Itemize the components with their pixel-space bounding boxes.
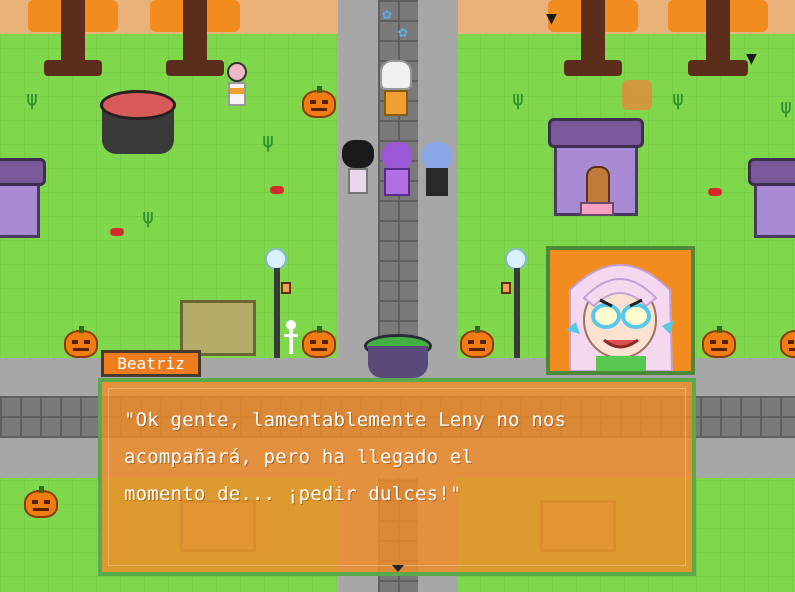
- street-lamp: [501, 248, 529, 358]
- small-house: [748, 158, 795, 238]
- small-house: [0, 158, 46, 238]
- sprout-plant: ψ: [26, 86, 39, 110]
- bat-icon: ▼: [746, 48, 757, 69]
- party-member-character[interactable]: [380, 142, 414, 198]
- character-portrait-icon: [550, 250, 691, 371]
- sprout-plant: ψ: [780, 94, 793, 118]
- speaker-portrait: [546, 246, 695, 375]
- skeleton-decoration: [284, 320, 298, 356]
- pumpkin-decoration: [302, 86, 336, 118]
- pumpkin-decoration: [64, 326, 98, 358]
- pumpkin-decoration: [780, 330, 795, 358]
- pumpkin-decoration: [302, 326, 336, 358]
- flower-icon: ✿: [382, 4, 392, 23]
- autumn-tree: [28, 0, 118, 78]
- green-cauldron: [364, 334, 432, 380]
- beatriz-character[interactable]: [378, 60, 414, 122]
- sprout-plant: ψ: [142, 204, 155, 228]
- sprout-plant: ψ: [262, 128, 275, 152]
- speaker-name: Beatriz: [117, 354, 185, 373]
- speaker-name-tag: Beatriz: [101, 350, 201, 377]
- party-member-character[interactable]: [342, 140, 374, 200]
- leaf-pile: [622, 80, 652, 110]
- flower-icon: ✿: [398, 22, 408, 41]
- party-member-character[interactable]: [422, 142, 452, 198]
- sprout-plant: ψ: [672, 86, 685, 110]
- berries: [270, 186, 284, 194]
- triangle-down-icon[interactable]: [392, 565, 404, 572]
- berries: [708, 188, 722, 196]
- bat-icon: ▼: [546, 8, 557, 29]
- berries: [110, 228, 124, 236]
- cauldron: [100, 90, 176, 156]
- pumpkin-decoration: [702, 326, 736, 358]
- park-bench: [180, 300, 256, 356]
- house-sign: [580, 202, 614, 216]
- dialog-box[interactable]: "Ok gente, lamentablemente Leny no nos a…: [98, 378, 696, 576]
- pumpkin-decoration: [460, 326, 494, 358]
- villager-character[interactable]: [224, 62, 250, 114]
- dialog-text: "Ok gente, lamentablemente Leny no nos a…: [124, 409, 567, 505]
- sprout-plant: ψ: [512, 86, 525, 110]
- autumn-tree: [548, 0, 638, 78]
- pumpkin-decoration: [24, 486, 58, 518]
